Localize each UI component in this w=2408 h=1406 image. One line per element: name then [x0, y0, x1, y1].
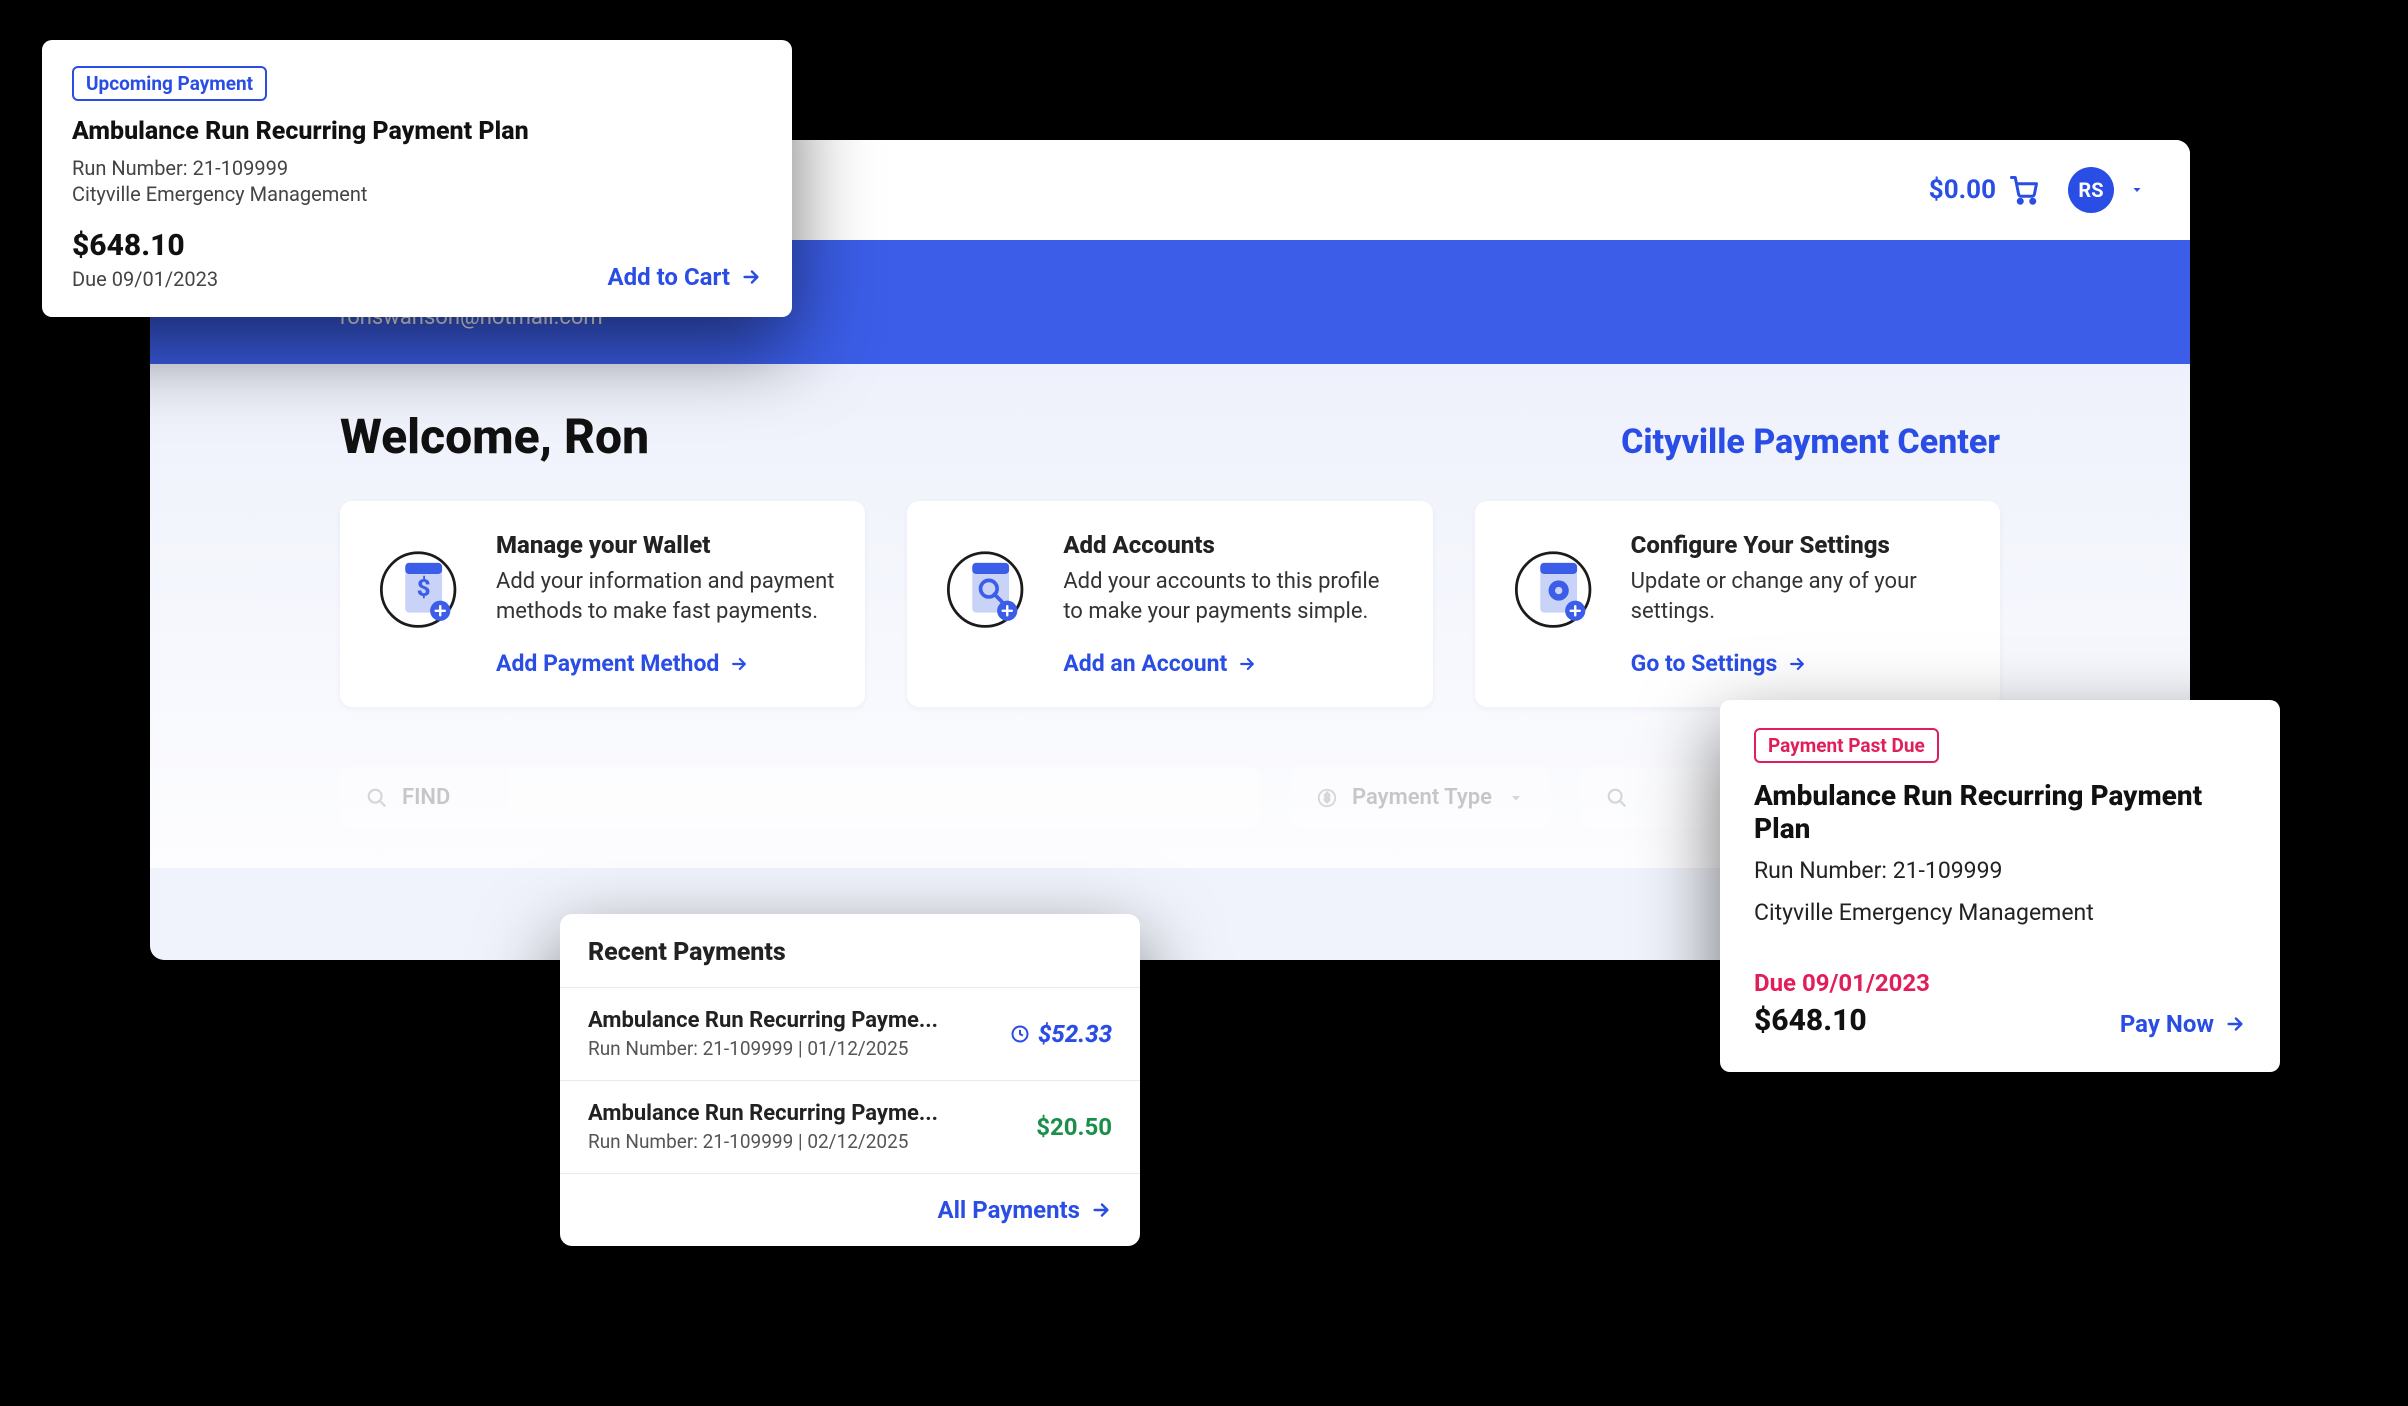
- cart-button[interactable]: $0.00: [1929, 175, 2040, 205]
- payment-title: Ambulance Run Recurring Payment Plan: [1754, 779, 2246, 845]
- cart-amount: $0.00: [1929, 175, 1996, 205]
- chevron-down-icon: [1508, 790, 1524, 806]
- go-to-settings-link[interactable]: Go to Settings: [1631, 650, 1808, 677]
- arrow-right-icon: [1237, 654, 1257, 674]
- payment-title: Ambulance Run Recurring Payme...: [588, 1008, 990, 1033]
- all-payments-link[interactable]: All Payments: [937, 1196, 1112, 1224]
- recent-payments-card: Recent Payments Ambulance Run Recurring …: [560, 914, 1140, 1246]
- search-icon: [366, 787, 388, 809]
- link-label: Go to Settings: [1631, 650, 1778, 677]
- add-account-link[interactable]: Add an Account: [1063, 650, 1257, 677]
- recent-payments-header: Recent Payments: [560, 914, 1140, 987]
- payment-row[interactable]: Ambulance Run Recurring Payme... Run Num…: [560, 1080, 1140, 1173]
- page-title: Welcome, Ron: [340, 408, 649, 465]
- payment-title: Ambulance Run Recurring Payme...: [588, 1101, 1016, 1126]
- payment-title: Ambulance Run Recurring Payment Plan: [72, 117, 762, 146]
- past-due-card: Payment Past Due Ambulance Run Recurring…: [1720, 700, 2280, 1072]
- link-label: Add an Account: [1063, 650, 1227, 677]
- cart-icon: [2008, 175, 2040, 205]
- search-icon: [1606, 787, 1628, 809]
- payment-row[interactable]: Ambulance Run Recurring Payme... Run Num…: [560, 987, 1140, 1080]
- dollar-circle-icon: $: [1316, 787, 1338, 809]
- payment-amount-paid: $20.50: [1036, 1113, 1112, 1141]
- payment-meta: Run Number: 21-109999 | 02/12/2025: [588, 1130, 1016, 1153]
- due-date: Due 09/01/2023: [72, 267, 218, 291]
- amount-value: $20.50: [1036, 1113, 1112, 1141]
- chevron-down-icon: [2128, 184, 2146, 196]
- link-label: Pay Now: [2120, 1010, 2214, 1038]
- accounts-card: Add Accounts Add your accounts to this p…: [907, 501, 1432, 707]
- arrow-right-icon: [729, 654, 749, 674]
- arrow-right-icon: [740, 266, 762, 288]
- run-number: Run Number: 21-109999: [72, 154, 762, 182]
- link-label: Add to Cart: [608, 263, 730, 291]
- card-desc: Add your accounts to this profile to mak…: [1063, 567, 1402, 626]
- avatar: RS: [2068, 167, 2114, 213]
- add-payment-method-link[interactable]: Add Payment Method: [496, 650, 749, 677]
- card-title: Add Accounts: [1063, 531, 1402, 559]
- card-title: Manage your Wallet: [496, 531, 835, 559]
- payment-type-filter[interactable]: $ Payment Type: [1290, 767, 1550, 828]
- settings-card: Configure Your Settings Update or change…: [1475, 501, 2000, 707]
- clock-icon: [1010, 1024, 1030, 1044]
- org-name: Cityville Emergency Management: [72, 182, 762, 206]
- link-label: All Payments: [937, 1196, 1080, 1224]
- arrow-right-icon: [1090, 1199, 1112, 1221]
- settings-icon: [1505, 531, 1605, 677]
- link-label: Add Payment Method: [496, 650, 719, 677]
- due-date: Due 09/01/2023: [1754, 969, 1930, 997]
- find-label: FIND: [402, 785, 450, 810]
- upcoming-payment-card: Upcoming Payment Ambulance Run Recurring…: [42, 40, 792, 317]
- org-name: Cityville Emergency Management: [1754, 897, 2246, 929]
- card-desc: Update or change any of your settings.: [1631, 567, 1970, 626]
- svg-text:$: $: [1324, 792, 1330, 805]
- card-title: Configure Your Settings: [1631, 531, 1970, 559]
- wallet-card: $ Manage your Wallet Add your informatio…: [340, 501, 865, 707]
- accounts-icon: [937, 531, 1037, 677]
- avatar-initials: RS: [2078, 178, 2103, 202]
- payment-meta: Run Number: 21-109999 | 01/12/2025: [588, 1037, 990, 1060]
- add-to-cart-button[interactable]: Add to Cart: [608, 263, 762, 291]
- svg-text:$: $: [417, 574, 431, 602]
- arrow-right-icon: [1787, 654, 1807, 674]
- payment-center-name: Cityville Payment Center: [1621, 422, 2000, 462]
- payment-amount: $648.10: [72, 228, 218, 263]
- wallet-icon: $: [370, 531, 470, 677]
- amount-value: $52.33: [1038, 1020, 1112, 1048]
- card-desc: Add your information and payment methods…: [496, 567, 835, 626]
- run-number: Run Number: 21-109999: [1754, 855, 2246, 887]
- payment-amount: $648.10: [1754, 1003, 1930, 1038]
- status-badge: Payment Past Due: [1754, 728, 1939, 763]
- status-badge: Upcoming Payment: [72, 66, 267, 101]
- payment-amount-pending: $52.33: [1010, 1020, 1112, 1048]
- pay-now-button[interactable]: Pay Now: [2120, 1010, 2246, 1038]
- profile-menu[interactable]: RS: [2068, 167, 2146, 213]
- find-input[interactable]: FIND: [340, 767, 1260, 828]
- filter-label: Payment Type: [1352, 785, 1492, 810]
- arrow-right-icon: [2224, 1013, 2246, 1035]
